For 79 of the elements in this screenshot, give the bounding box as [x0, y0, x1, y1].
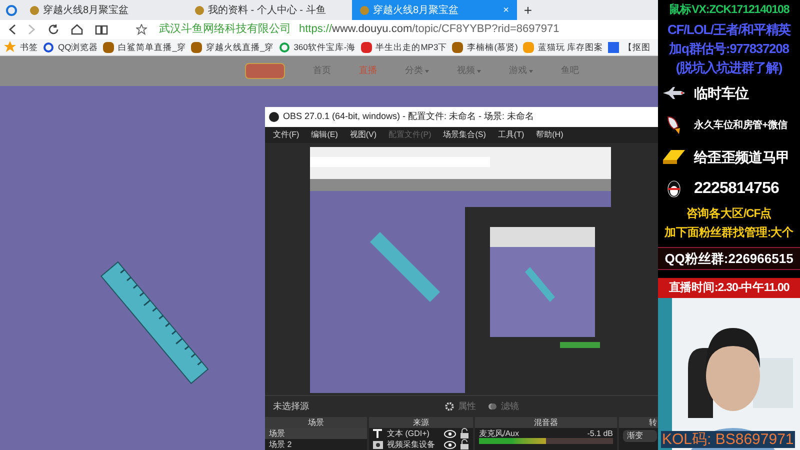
star-outline-icon[interactable]	[136, 24, 147, 35]
promo-text: 直播时间:2.30-中午11.00	[668, 280, 790, 296]
site-icon	[360, 42, 372, 52]
bookmark[interactable]: 半生出走的MP3下	[360, 40, 448, 54]
promo-text: (脱坑入坑进群了解)	[676, 59, 782, 77]
penguin-icon	[666, 180, 682, 198]
camera-icon	[373, 440, 383, 448]
tab-title: 穿越火线8月聚宝盆	[373, 4, 460, 18]
bookmark[interactable]: 书签	[4, 40, 38, 54]
promo-text: QQ粉丝群:226966515	[664, 251, 794, 266]
menu-item[interactable]: 视图(V)	[350, 128, 377, 141]
ingot-icon	[663, 150, 685, 164]
bookmark[interactable]: 360软件宝库-海	[278, 40, 356, 54]
tab-favicon-icon	[195, 6, 204, 14]
menu-item[interactable]: 工具(T)	[498, 128, 524, 141]
new-tab-button[interactable]: +	[517, 0, 539, 20]
text-icon	[373, 429, 383, 438]
promo-text: 加q群估号:977837208	[669, 40, 789, 58]
source-item[interactable]: 文本 (GDI+)	[387, 428, 440, 440]
bookmark[interactable]: 【抠图	[608, 40, 650, 54]
promo-text: 鼠标VX:ZCK1712140108	[668, 2, 790, 18]
bookmark[interactable]: 李楠楠(慕贤)	[452, 40, 518, 54]
book-icon[interactable]	[95, 24, 108, 34]
menu-item[interactable]: 帮助(H)	[536, 128, 564, 141]
browser-tab[interactable]: 穿越火线8月聚宝盆	[22, 0, 187, 20]
square-icon	[608, 42, 620, 52]
obs-logo-icon	[269, 112, 279, 122]
promo-text: 加下面粉丝群找管理:大个	[664, 225, 794, 241]
promo-text: 给歪歪频道马甲	[694, 148, 790, 166]
volume-reading: -5.1 dB	[587, 428, 613, 438]
eye-icon[interactable]	[444, 430, 456, 438]
channel-name: 麦克风/Aux	[479, 428, 520, 438]
window-title: OBS 27.0.1 (64-bit, windows) - 配置文件: 未命名 - 场景: 未命名	[283, 110, 534, 124]
filter-icon	[488, 402, 497, 412]
back-icon[interactable]	[8, 24, 16, 35]
circle-icon	[43, 42, 54, 52]
gear-icon	[445, 402, 454, 412]
site-logo-icon	[245, 63, 285, 79]
transition-select[interactable]: 渐变	[623, 430, 657, 442]
dock-header: 来源	[369, 417, 473, 428]
site-icon	[522, 42, 534, 52]
site-icon	[103, 42, 114, 52]
tab-favicon-icon	[360, 6, 369, 14]
menu-item[interactable]: 文件(F)	[273, 128, 300, 141]
dock-header: 混音器	[475, 417, 617, 428]
promo-text: 永久车位和房管+微信	[694, 118, 788, 132]
source-status: 未选择源	[273, 400, 310, 413]
scene-item[interactable]: 场景	[265, 428, 367, 439]
rocket-icon	[665, 115, 683, 135]
promo-text: 咨询各大区/CF点	[686, 206, 772, 222]
promo-text: 2225814756	[694, 179, 779, 199]
browser-tab[interactable]: 我的资料 - 个人中心 - 斗鱼	[187, 0, 352, 20]
site-icon	[452, 42, 464, 52]
eye-icon[interactable]	[444, 440, 456, 448]
promo-text: 临时车位	[694, 84, 749, 102]
site-icon	[190, 42, 202, 52]
star-icon	[4, 41, 16, 53]
bookmark[interactable]: 穿越火线直播_穿	[190, 40, 274, 54]
unlock-icon[interactable]	[460, 439, 469, 450]
source-item[interactable]: 视频采集设备	[387, 438, 440, 450]
dock-header: 转	[619, 417, 658, 428]
tab-favicon-icon	[30, 6, 39, 14]
promo-text: CF/LOL/王者/和平精英	[667, 21, 791, 39]
kol-code: KOL码: BS8697971	[661, 431, 795, 448]
browser-logo-icon	[6, 4, 16, 16]
tab-title: 穿越火线8月聚宝盆	[43, 4, 130, 18]
tab-title: 我的资料 - 个人中心 - 斗鱼	[208, 4, 327, 18]
dock-header: 场景	[265, 417, 367, 428]
menu-item[interactable]: 编辑(E)	[311, 128, 338, 141]
scene-item[interactable]: 场景 2	[265, 439, 367, 450]
jet-icon	[663, 87, 685, 99]
circle-icon	[278, 42, 290, 52]
bookmark[interactable]: QQ浏览器	[43, 40, 98, 54]
unlock-icon[interactable]	[460, 428, 469, 439]
home-icon[interactable]	[71, 24, 83, 35]
refresh-icon[interactable]	[48, 24, 59, 35]
bookmark[interactable]: 蓝猫玩 库存图案	[522, 40, 604, 54]
bookmark[interactable]: 白鲨简单直播_穿	[103, 40, 186, 54]
menu-item[interactable]: 场景集合(S)	[443, 128, 486, 141]
